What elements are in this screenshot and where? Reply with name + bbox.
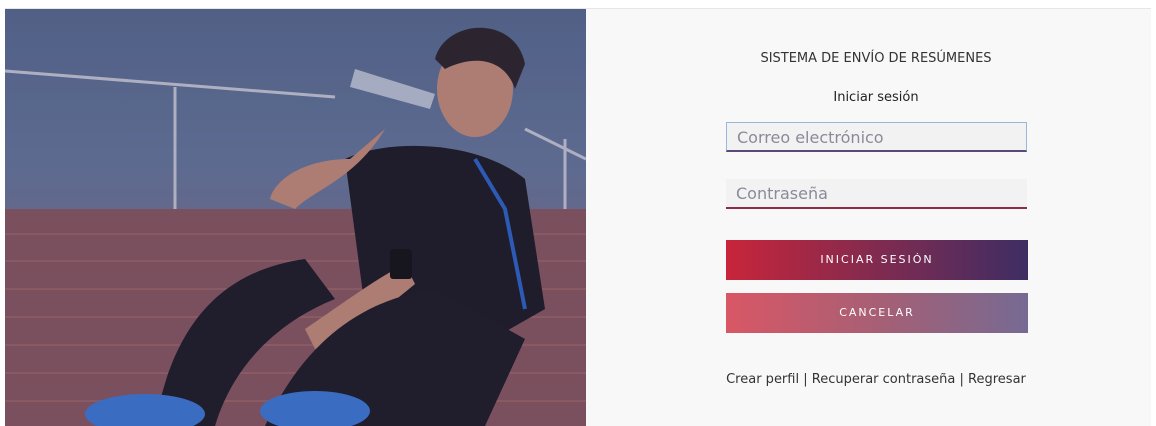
- email-placeholder: Correo electrónico: [737, 128, 884, 147]
- password-placeholder: Contraseña: [736, 184, 828, 203]
- cancel-button[interactable]: CANCELAR: [726, 293, 1028, 333]
- athlete-drinking-water-image: [5, 9, 586, 426]
- create-profile-link[interactable]: Crear perfil: [726, 372, 799, 387]
- link-separator: |: [803, 372, 808, 387]
- hero-photo: [5, 9, 586, 426]
- login-button[interactable]: INICIAR SESIÓN: [726, 240, 1028, 280]
- login-subtitle: Iniciar sesión: [833, 90, 919, 105]
- link-separator: |: [959, 372, 964, 387]
- login-panel: SISTEMA DE ENVÍO DE RESÚMENES Iniciar se…: [586, 9, 1151, 426]
- system-title: SISTEMA DE ENVÍO DE RESÚMENES: [760, 51, 992, 66]
- footer-links: Crear perfil | Recuperar contraseña | Re…: [586, 372, 1156, 387]
- back-link[interactable]: Regresar: [968, 372, 1026, 387]
- password-field[interactable]: Contraseña: [726, 179, 1027, 209]
- recover-password-link[interactable]: Recuperar contraseña: [812, 372, 956, 387]
- email-field[interactable]: Correo electrónico: [726, 122, 1027, 152]
